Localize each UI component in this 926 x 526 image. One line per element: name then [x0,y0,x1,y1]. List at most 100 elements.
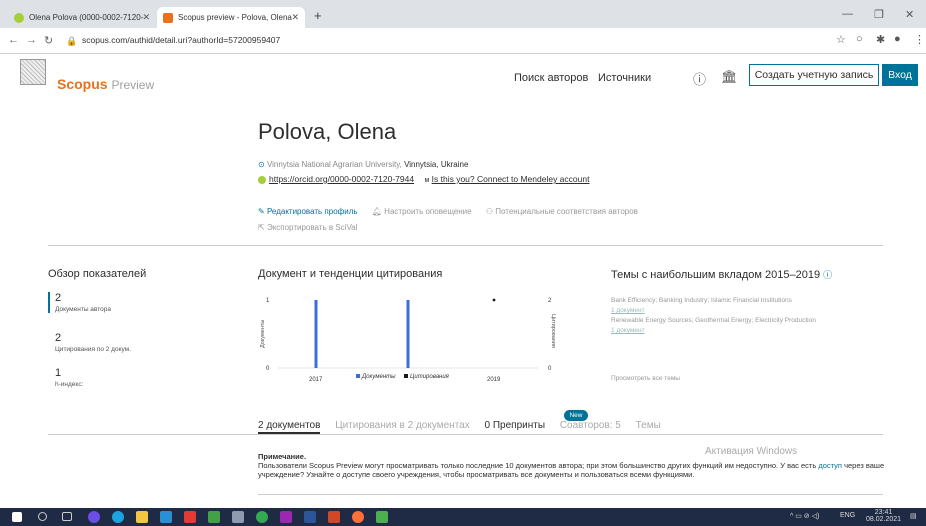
create-account-button[interactable]: Создать учетную запись [749,64,879,86]
app-icon[interactable] [376,511,388,523]
url-input[interactable]: scopus.com/authid/detail.uri?authorId=57… [82,35,280,45]
viber-icon[interactable] [280,511,292,523]
note-title: Примечание. [258,452,307,461]
location-icon: ⊙ [258,160,265,169]
export-scival-link[interactable]: ⇱ Экспортировать в SciVal [258,223,357,232]
language-indicator[interactable]: ENG [840,512,855,519]
legend-label-documents: Документы [361,374,396,380]
tab-title: Scopus preview - Polova, Olena [178,13,292,22]
app-icon[interactable] [232,511,244,523]
firefox-icon[interactable] [352,511,364,523]
metric-documents[interactable]: 2 Документы автора [48,292,111,313]
notifications-icon[interactable]: ▤ [910,512,917,520]
x-tick-label: 2019 [487,377,501,383]
tabs-divider [48,434,883,435]
reload-icon[interactable]: ↻ [44,34,53,47]
metric-value: 1 [55,367,62,379]
trends-chart: 0 1 0 2 Документы Цитирования 2017 2019 Документ… [260,298,556,383]
y-left-tick: 1 [266,298,270,304]
lock-icon: 🔒 [66,36,78,46]
tab-documents[interactable]: 2 документов [258,420,321,434]
tab-title: Olena Polova (0000-0002-7120- [29,13,144,22]
topic-item[interactable]: Bank Efficiency; Banking Industry; Islam… [611,296,901,306]
metric-label: Цитирования по 2 докум. [55,346,131,353]
maximize-icon[interactable]: ❐ [874,8,884,21]
edit-profile-link[interactable]: ✎ Редактировать профиль [258,207,358,216]
search-icon[interactable] [38,512,47,521]
tab-orcid[interactable]: Olena Polova (0000-0002-7120- ✕ [8,7,156,28]
orcid-icon [258,175,266,184]
close-icon[interactable]: ✕ [291,12,299,23]
info-icon[interactable]: ⓘ [823,270,832,280]
clock[interactable]: 23:41 08.02.2021 [866,509,901,523]
store-icon[interactable] [160,511,172,523]
topic-count[interactable]: 1 документ [611,326,901,336]
login-button[interactable]: Вход [882,64,918,86]
new-tab-button[interactable]: + [314,8,322,23]
powerpoint-icon[interactable] [328,511,340,523]
tab-preprints[interactable]: 0 Препринты [485,420,546,431]
institution-icon[interactable]: 🏛 [721,69,738,85]
yandex-icon[interactable] [184,511,196,523]
close-window-icon[interactable]: ✕ [905,8,914,21]
task-view-icon[interactable] [62,512,72,521]
puzzle-icon[interactable]: ✱ [876,33,885,46]
clock-date: 08.02.2021 [866,516,902,523]
chrome-icon[interactable] [256,511,268,523]
word-icon[interactable] [304,511,316,523]
y-left-label: Документы [260,320,266,348]
tray-icons[interactable]: ^ ▭ ⊘ ◁) [790,512,819,520]
minimize-icon[interactable]: — [842,8,853,20]
topic-item[interactable]: Renewable Energy Sources; Geothermal Ene… [611,316,901,326]
menu-icon[interactable]: ⋮ [914,33,925,46]
scopus-logo[interactable]: Scopus Preview [57,76,154,92]
potential-matches-label: Потенциальные соответствия авторов [495,207,638,216]
topics-title: Темы с наибольшим вкладом 2015–2019 ⓘ [611,268,832,281]
mendeley-link[interactable]: Is this you? Connect to Mendeley account [432,174,590,184]
affiliation-link[interactable]: Vinnytsia National Agrarian University, [267,160,402,169]
bell-icon: 🔔︎ [371,207,382,216]
calculator-icon[interactable] [208,511,220,523]
logo-main: Scopus [57,76,108,92]
nav-author-search[interactable]: Поиск авторов [514,72,588,84]
nav-sources[interactable]: Источники [598,72,651,84]
profile-icon[interactable]: ● [894,33,901,45]
document-bar [406,300,410,368]
author-location: Vinnytsia, Ukraine [404,160,469,169]
elsevier-logo-icon[interactable] [20,59,46,85]
start-icon[interactable] [12,512,22,522]
y-right-tick: 2 [548,298,552,304]
back-icon[interactable]: ← [8,34,19,46]
potential-matches-link[interactable]: ⚇ Потенциальные соответствия авторов [486,207,638,216]
help-icon[interactable]: ⓘ [693,69,706,88]
legend-swatch-citations [404,374,408,378]
metric-value: 2 [55,332,62,344]
edge-icon[interactable] [112,511,124,523]
extension-icon[interactable]: ○ [856,33,863,45]
file-explorer-icon[interactable] [136,511,148,523]
note-text: Пользователи Scopus Preview могут просма… [258,461,817,470]
metric-citations[interactable]: 2 Цитирования по 2 докум. [48,332,131,353]
trends-title: Документ и тенденции цитирования [258,268,443,280]
document-bar [314,300,318,368]
y-left-tick: 0 [266,366,270,372]
view-all-topics-link[interactable]: Просмотреть все темы [611,374,901,384]
tab-topics[interactable]: Темы [636,420,661,431]
close-icon[interactable]: ✕ [142,12,150,23]
set-alert-label: Настроить оповещение [384,207,472,216]
site-header: Scopus Preview Поиск авторов Источники ⓘ… [0,55,926,103]
users-icon: ⚇ [485,207,494,216]
app-icon[interactable] [88,511,100,523]
forward-icon[interactable]: → [26,34,37,46]
metric-h-index[interactable]: 1 h-индекс: [48,367,83,388]
tab-citations[interactable]: Цитирования в 2 документах [335,420,470,431]
access-link[interactable]: доступ [818,461,842,470]
tab-scopus[interactable]: Scopus preview - Polova, Olena ✕ [157,7,305,28]
topic-count[interactable]: 1 документ [611,306,901,316]
citation-point [492,298,496,302]
tab-coauthors[interactable]: Соавторов: 5 [560,420,621,431]
orcid-link[interactable]: https://orcid.org/0000-0002-7120-7944 [269,174,414,184]
star-icon[interactable]: ☆ [836,33,846,46]
set-alert-link[interactable]: 🔔︎ Настроить оповещение [372,207,472,216]
